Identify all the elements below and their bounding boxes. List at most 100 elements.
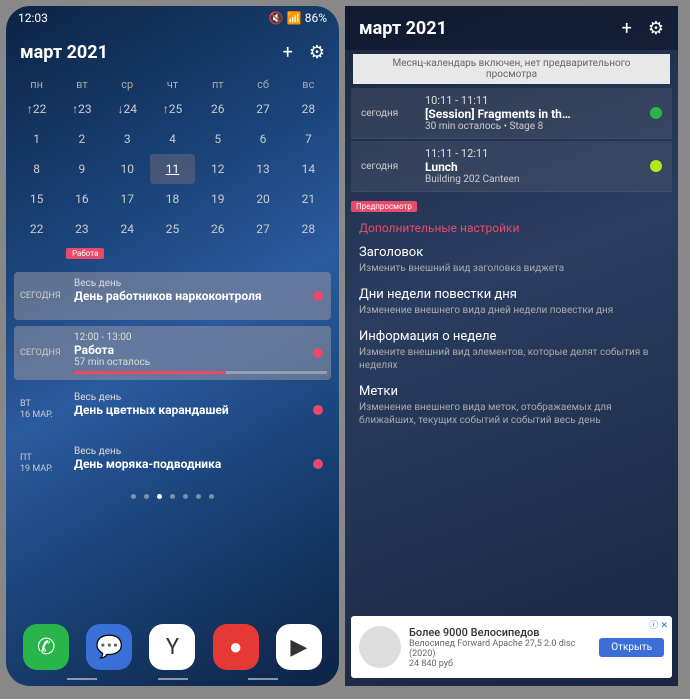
calendar-day[interactable]: 27 <box>240 94 285 124</box>
calendar-day[interactable]: 4 <box>150 124 195 154</box>
calendar-day[interactable]: ↑25 <box>150 94 195 124</box>
settings-item[interactable]: Информация о неделеИзмените внешний вид … <box>359 329 664 372</box>
settings-section: Дополнительные настройки ЗаголовокИзмени… <box>345 213 678 447</box>
widget-month-title[interactable]: март 2021 <box>359 18 447 39</box>
calendar-day[interactable]: 22 <box>14 214 59 244</box>
setting-title: Дни недели повестки дня <box>359 287 664 302</box>
event-item[interactable]: ВТ16 МАР. Весь день День цветных каранда… <box>14 386 331 434</box>
event-title: [Session] Fragments in th… <box>425 107 650 121</box>
ad-price: 24 840 руб <box>409 659 599 669</box>
weekday-label: вт <box>59 74 104 94</box>
timeline: Работа <box>16 248 329 266</box>
event-list: СЕГОДНЯ Весь день День работников наркок… <box>6 266 339 488</box>
calendar-day[interactable]: 28 <box>286 94 331 124</box>
calendar-day[interactable]: 6 <box>240 124 285 154</box>
calendar-day[interactable]: 28 <box>286 214 331 244</box>
calendar-day[interactable]: 20 <box>240 184 285 214</box>
weekday-label: пт <box>195 74 240 94</box>
calendar-day[interactable]: ↓24 <box>105 94 150 124</box>
event-date: СЕГОДНЯ <box>14 272 70 320</box>
add-icon[interactable]: + <box>283 42 293 63</box>
event-subtitle: Building 202 Canteen <box>425 174 650 185</box>
event-item[interactable]: ПТ19 МАР. Весь день День моряка-подводни… <box>14 440 331 488</box>
dock-app-icon[interactable]: Y <box>149 624 195 670</box>
calendar-day[interactable]: 1 <box>14 124 59 154</box>
event-remaining: 57 min осталось <box>74 357 327 368</box>
phone-left: 12:03 🔇 📶 86% март 2021 + ⚙ пнвтсрчтптсб… <box>6 6 339 686</box>
event-title: Lunch <box>425 160 650 174</box>
calendar-day[interactable]: 11 <box>150 154 195 184</box>
settings-heading: Дополнительные настройки <box>359 221 664 235</box>
status-bar: 12:03 🔇 📶 86% <box>6 6 339 30</box>
event-subtitle: 30 min осталось • Stage 8 <box>425 121 650 132</box>
calendar-day[interactable]: 23 <box>59 214 104 244</box>
event-day-label: сегодня <box>361 161 425 172</box>
info-banner: Месяц-календарь включен, нет предварител… <box>353 54 670 84</box>
month-title[interactable]: март 2021 <box>20 42 108 63</box>
settings-item[interactable]: МеткиИзменение внешнего вида меток, отоб… <box>359 384 664 427</box>
nav-bar[interactable] <box>6 674 339 684</box>
weekday-label: сб <box>240 74 285 94</box>
calendar-day[interactable]: 3 <box>105 124 150 154</box>
ad-close-icon[interactable]: ⓘ ✕ <box>649 618 668 631</box>
event-time: 11:11 - 12:11 <box>425 147 650 160</box>
calendar-day[interactable]: 7 <box>286 124 331 154</box>
calendar-day[interactable]: 27 <box>240 214 285 244</box>
widget-event[interactable]: сегодня 10:11 - 11:11 [Session] Fragment… <box>351 88 672 139</box>
setting-desc: Изменение внешнего вида меток, отображае… <box>359 401 664 427</box>
event-color-dot <box>313 459 323 469</box>
calendar-day[interactable]: 15 <box>14 184 59 214</box>
calendar-day[interactable]: 5 <box>195 124 240 154</box>
event-item[interactable]: СЕГОДНЯ 12:00 - 13:00 Работа 57 min оста… <box>14 326 331 380</box>
event-time: Весь день <box>74 392 327 403</box>
calendar-day[interactable]: 19 <box>195 184 240 214</box>
calendar-day[interactable]: 24 <box>105 214 150 244</box>
calendar-day[interactable]: 9 <box>59 154 104 184</box>
calendar-grid: пнвтсрчтптсбвс ↑22↑23↓24↑252627281234567… <box>6 74 339 244</box>
calendar-day[interactable]: 10 <box>105 154 150 184</box>
dock-app-icon[interactable]: 💬 <box>86 624 132 670</box>
widget-header: март 2021 + ⚙ <box>345 6 678 50</box>
calendar-day[interactable]: 13 <box>240 154 285 184</box>
calendar-day[interactable]: ↑23 <box>59 94 104 124</box>
event-item[interactable]: СЕГОДНЯ Весь день День работников наркок… <box>14 272 331 320</box>
setting-title: Заголовок <box>359 245 664 260</box>
event-title: День работников наркоконтроля <box>74 289 327 303</box>
calendar-day[interactable]: ↑22 <box>14 94 59 124</box>
add-icon[interactable]: + <box>622 18 632 39</box>
event-time: Весь день <box>74 278 327 289</box>
settings-icon[interactable]: ⚙ <box>648 18 664 39</box>
calendar-day[interactable]: 25 <box>150 214 195 244</box>
settings-item[interactable]: ЗаголовокИзменить внешний вид заголовка … <box>359 245 664 275</box>
calendar-day[interactable]: 17 <box>105 184 150 214</box>
event-time: Весь день <box>74 446 327 457</box>
calendar-day[interactable]: 2 <box>59 124 104 154</box>
setting-desc: Изменение внешнего вида дней недели пове… <box>359 304 664 317</box>
calendar-day[interactable]: 26 <box>195 214 240 244</box>
pager-dots[interactable] <box>6 494 339 499</box>
ad-banner[interactable]: Более 9000 Велосипедов Велосипед Forward… <box>351 616 672 678</box>
settings-icon[interactable]: ⚙ <box>309 42 325 63</box>
setting-title: Информация о неделе <box>359 329 664 344</box>
ad-image <box>359 626 401 668</box>
calendar-day[interactable]: 21 <box>286 184 331 214</box>
dock-app-icon[interactable]: ● <box>213 624 259 670</box>
weekday-label: вс <box>286 74 331 94</box>
event-title: День цветных карандашей <box>74 403 327 417</box>
status-icons: 🔇 📶 <box>269 11 302 25</box>
ad-cta-button[interactable]: Открыть <box>599 638 664 657</box>
event-color-dot <box>313 405 323 415</box>
calendar-day[interactable]: 18 <box>150 184 195 214</box>
dock-app-icon[interactable]: ✆ <box>23 624 69 670</box>
event-color-dot <box>650 107 662 119</box>
calendar-day[interactable]: 12 <box>195 154 240 184</box>
calendar-day[interactable]: 16 <box>59 184 104 214</box>
dock-app-icon[interactable]: ▶ <box>276 624 322 670</box>
calendar-header: март 2021 + ⚙ <box>6 30 339 74</box>
phone-right: март 2021 + ⚙ Месяц-календарь включен, н… <box>345 6 678 686</box>
widget-event[interactable]: сегодня 11:11 - 12:11 Lunch Building 202… <box>351 141 672 192</box>
calendar-day[interactable]: 26 <box>195 94 240 124</box>
calendar-day[interactable]: 8 <box>14 154 59 184</box>
settings-item[interactable]: Дни недели повестки дня Изменение внешнег… <box>359 287 664 317</box>
calendar-day[interactable]: 14 <box>286 154 331 184</box>
